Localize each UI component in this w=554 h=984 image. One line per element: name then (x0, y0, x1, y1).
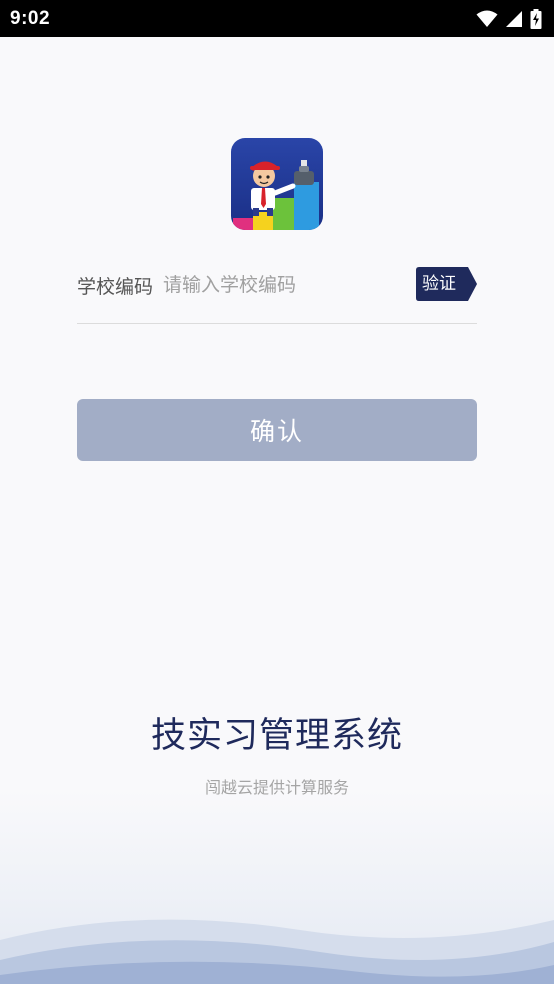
battery-charging-icon (530, 8, 542, 29)
school-code-input[interactable] (163, 274, 394, 296)
status-icons (476, 8, 542, 29)
app-title: 技实习管理系统 (150, 716, 403, 756)
wifi-icon (476, 10, 498, 27)
school-code-label: 学校编码 (77, 275, 154, 298)
confirm-button[interactable]: 确认 (77, 399, 477, 461)
provider-text: 闯越云提供计算服务 (204, 778, 349, 797)
school-code-row: 学校编码 验证 (77, 262, 477, 308)
app-logo (231, 138, 323, 230)
cellular-signal-icon (506, 10, 522, 27)
verify-button[interactable]: 验证 (416, 267, 477, 301)
verify-label: 验证 (422, 274, 456, 294)
status-bar: 9:02 (0, 0, 554, 37)
status-time: 9:02 (10, 7, 51, 29)
field-divider (77, 323, 477, 324)
app-logo-mascot-icon (231, 138, 323, 230)
bottom-wave-decoration (0, 919, 554, 984)
